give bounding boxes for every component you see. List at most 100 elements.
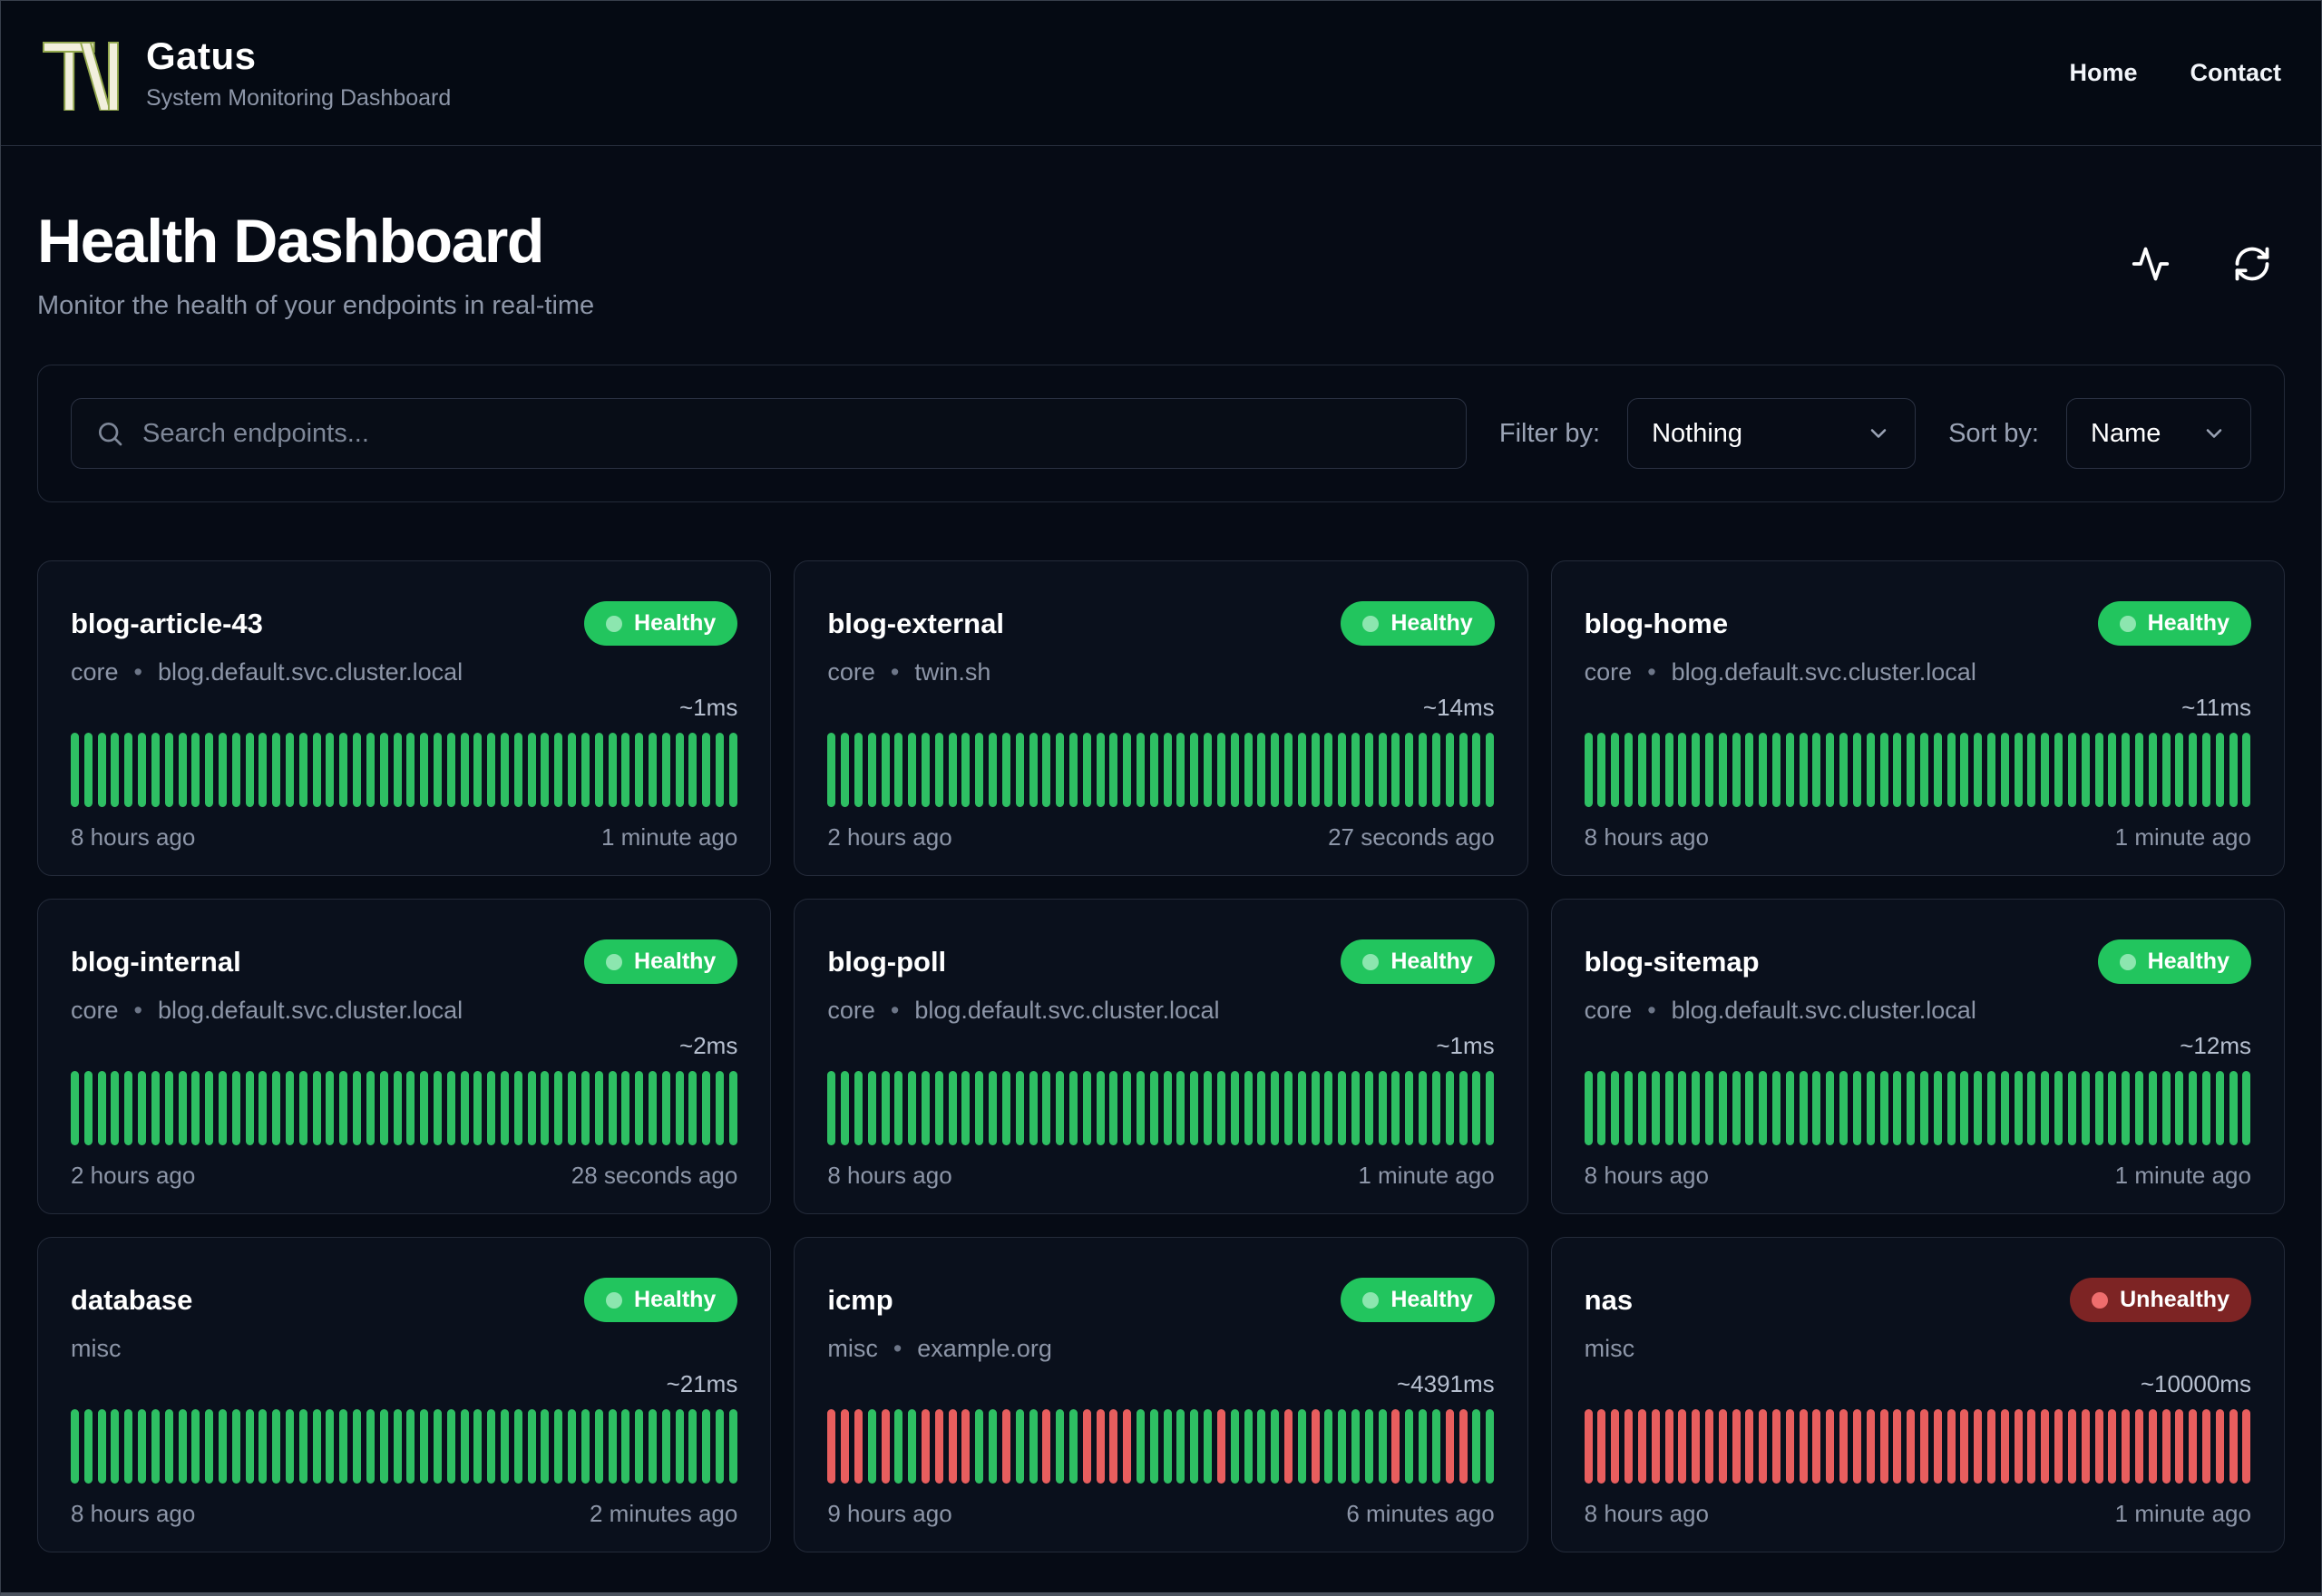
status-bar[interactable] <box>554 1409 563 1484</box>
status-bar[interactable] <box>594 733 603 807</box>
nav-link-contact[interactable]: Contact <box>2190 59 2282 87</box>
status-bar[interactable] <box>934 1071 943 1145</box>
status-bar[interactable] <box>702 1071 711 1145</box>
status-bar[interactable] <box>1283 1409 1293 1484</box>
status-bar[interactable] <box>446 733 455 807</box>
status-bar[interactable] <box>688 733 698 807</box>
status-bar[interactable] <box>881 1409 890 1484</box>
status-bar[interactable] <box>259 733 268 807</box>
status-bar[interactable] <box>1839 733 1849 807</box>
status-bar[interactable] <box>635 1409 644 1484</box>
status-bar[interactable] <box>608 1409 617 1484</box>
status-bar[interactable] <box>527 733 536 807</box>
status-bar[interactable] <box>688 1409 698 1484</box>
status-bar[interactable] <box>894 1409 903 1484</box>
status-bar[interactable] <box>513 1071 522 1145</box>
status-bar[interactable] <box>1137 733 1146 807</box>
status-bar[interactable] <box>1230 1409 1239 1484</box>
status-bar[interactable] <box>473 733 483 807</box>
status-bar[interactable] <box>1692 1409 1701 1484</box>
status-bar[interactable] <box>716 1071 724 1145</box>
status-bar[interactable] <box>1123 1409 1132 1484</box>
status-bar[interactable] <box>1109 733 1118 807</box>
status-bar[interactable] <box>2094 1409 2103 1484</box>
status-bar[interactable] <box>580 1071 590 1145</box>
status-bar[interactable] <box>2122 733 2131 807</box>
status-bar[interactable] <box>2242 1409 2251 1484</box>
status-bar[interactable] <box>1137 1409 1146 1484</box>
status-bar[interactable] <box>1974 1071 1983 1145</box>
status-bar[interactable] <box>1651 733 1660 807</box>
status-bar[interactable] <box>1678 733 1687 807</box>
status-bar[interactable] <box>1137 1071 1146 1145</box>
status-bar[interactable] <box>245 733 254 807</box>
status-bar[interactable] <box>2202 1409 2211 1484</box>
status-bar[interactable] <box>1176 1409 1185 1484</box>
status-bar[interactable] <box>702 1409 711 1484</box>
status-bar[interactable] <box>1759 733 1768 807</box>
status-bar[interactable] <box>1785 1071 1794 1145</box>
status-bar[interactable] <box>2014 1409 2023 1484</box>
status-bar[interactable] <box>2000 733 2009 807</box>
status-bar[interactable] <box>1611 733 1620 807</box>
status-bar[interactable] <box>151 1071 160 1145</box>
status-bar[interactable] <box>1015 1409 1024 1484</box>
activity-icon[interactable] <box>2131 244 2171 284</box>
status-bar[interactable] <box>1960 1409 1969 1484</box>
status-bar[interactable] <box>1459 1409 1468 1484</box>
status-bar[interactable] <box>1946 1409 1956 1484</box>
status-bar[interactable] <box>1839 1409 1849 1484</box>
status-bar[interactable] <box>1907 1071 1916 1145</box>
status-bar[interactable] <box>922 1071 931 1145</box>
status-bar[interactable] <box>1678 1071 1687 1145</box>
status-bar[interactable] <box>1893 1409 1902 1484</box>
status-bar[interactable] <box>1718 733 1727 807</box>
status-bar[interactable] <box>1149 1409 1158 1484</box>
status-bar[interactable] <box>245 1409 254 1484</box>
status-bar[interactable] <box>1068 733 1078 807</box>
status-bar[interactable] <box>1176 733 1185 807</box>
status-bar[interactable] <box>1257 1071 1266 1145</box>
status-bar[interactable] <box>2134 1071 2143 1145</box>
status-bar[interactable] <box>513 733 522 807</box>
status-bar[interactable] <box>1866 1071 1875 1145</box>
status-bar[interactable] <box>908 1071 917 1145</box>
status-bar[interactable] <box>460 1071 469 1145</box>
status-bar[interactable] <box>1692 733 1701 807</box>
status-bar[interactable] <box>1459 733 1468 807</box>
status-bar[interactable] <box>1919 1409 1928 1484</box>
status-bar[interactable] <box>989 1409 998 1484</box>
status-bar[interactable] <box>1082 733 1091 807</box>
status-bar[interactable] <box>1338 1409 1347 1484</box>
status-bar[interactable] <box>339 733 348 807</box>
status-bar[interactable] <box>854 1409 863 1484</box>
status-bar[interactable] <box>1029 1409 1038 1484</box>
status-bar[interactable] <box>1611 1071 1620 1145</box>
status-bar[interactable] <box>1364 733 1373 807</box>
status-bar[interactable] <box>867 1071 876 1145</box>
endpoint-card-blog-internal[interactable]: blog-internal Healthy core • blog.defaul… <box>37 899 772 1214</box>
nav-link-home[interactable]: Home <box>2069 59 2137 87</box>
status-bar[interactable] <box>1163 1071 1172 1145</box>
status-bar[interactable] <box>245 1071 254 1145</box>
status-bar[interactable] <box>594 1409 603 1484</box>
status-bar[interactable] <box>1338 733 1347 807</box>
status-bar[interactable] <box>218 1071 227 1145</box>
refresh-icon[interactable] <box>2232 244 2272 284</box>
status-bar[interactable] <box>648 1409 657 1484</box>
status-bar[interactable] <box>231 1071 240 1145</box>
status-bar[interactable] <box>2041 733 2050 807</box>
endpoint-card-blog-external[interactable]: blog-external Healthy core • twin.sh ~14… <box>794 560 1528 876</box>
status-bar[interactable] <box>1297 1071 1306 1145</box>
status-bar[interactable] <box>406 733 415 807</box>
status-bar[interactable] <box>420 1071 429 1145</box>
status-bar[interactable] <box>353 1409 362 1484</box>
status-bar[interactable] <box>1431 733 1440 807</box>
status-bar[interactable] <box>841 733 850 807</box>
status-bar[interactable] <box>716 1409 724 1484</box>
status-bar[interactable] <box>1204 733 1213 807</box>
status-bar[interactable] <box>2027 733 2036 807</box>
status-bar[interactable] <box>1271 1409 1280 1484</box>
status-bar[interactable] <box>1597 733 1606 807</box>
status-bar[interactable] <box>867 733 876 807</box>
